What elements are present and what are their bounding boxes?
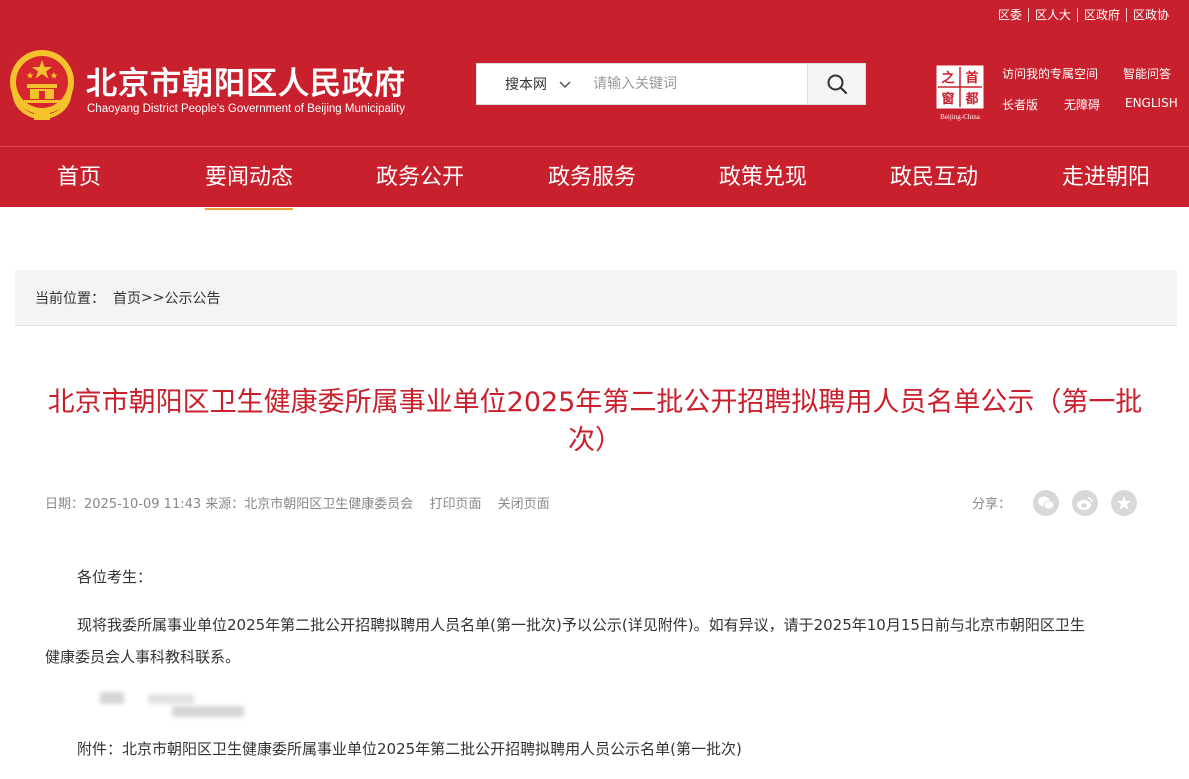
site-header: 区委 区人大 区政府 区政协 北京市朝阳区人民政府 Chaoyang Distr… [0,0,1189,146]
top-links: 区委 区人大 区政府 区政协 [992,6,1175,23]
search-icon [827,74,847,95]
article-title: 北京市朝阳区卫生健康委所属事业单位2025年第二批公开招聘拟聘用人员名单公示（第… [47,387,1143,456]
top-link-district-congress[interactable]: 区人大 [1029,6,1077,23]
nav-item-gov-services[interactable]: 政务服务 [548,147,636,208]
body-paragraph-line2: 健康委员会人事科教科联系。 [45,648,241,666]
nav-item-gov-affairs-open[interactable]: 政务公开 [376,147,464,208]
chevron-down-icon [559,81,571,89]
search-scope-label: 搜本网 [505,77,547,93]
national-emblem-icon[interactable] [8,48,76,122]
link-elder-mode[interactable]: 长者版 [1002,96,1038,113]
capital-window-logo-icon[interactable]: 首 都 之 窗 Beijing-China [934,63,986,121]
body-paragraph-line1: 现将我委所属事业单位2025年第二批公开招聘拟聘用人员名单(第一批次)予以公示(… [77,616,1085,634]
search-button[interactable] [807,64,865,104]
site-name[interactable]: 北京市朝阳区人民政府 [86,58,406,103]
greeting-text: 各位考生： [77,568,153,586]
link-accessibility[interactable]: 无障碍 [1064,96,1100,113]
site-name-english: Chaoyang District People's Government of… [87,103,405,115]
share-label: 分享： [972,497,1012,512]
logo-char: 窗 [941,91,954,107]
nav-item-about-chaoyang[interactable]: 走进朝阳 [1062,147,1150,208]
logo-caption: Beijing-China [940,113,981,121]
logo-char: 之 [941,70,954,86]
main-nav: 首页 要闻动态 政务公开 政务服务 政策兑现 政民互动 走进朝阳 [0,146,1189,210]
search-box: 搜本网 [476,63,866,105]
print-page-link[interactable]: 打印页面 [429,497,481,512]
search-input[interactable] [587,64,807,104]
article-date: 日期：2025-10-09 11:43 [45,497,202,512]
logo-char: 都 [964,91,978,107]
link-english[interactable]: ENGLISH [1125,96,1178,110]
article-source: 来源：北京市朝阳区卫生健康委员会 [205,497,414,512]
close-page-link[interactable]: 关闭页面 [498,497,550,512]
top-link-district-cppcc[interactable]: 区政协 [1127,6,1175,23]
top-link-district-committee[interactable]: 区委 [992,6,1028,23]
breadcrumb-current[interactable]: 公示公告 [164,288,220,308]
redacted-signature [148,694,194,704]
breadcrumb-separator: >> [141,289,165,306]
redacted-signature [100,692,124,704]
weibo-share-icon[interactable] [1072,490,1098,516]
redacted-signature [172,706,244,717]
search-scope-select[interactable]: 搜本网 [477,64,587,104]
breadcrumb-home[interactable]: 首页 [113,288,141,308]
article-meta: 日期：2025-10-09 11:43 来源：北京市朝阳区卫生健康委员会 打印页… [45,493,550,512]
link-smart-qa[interactable]: 智能问答 [1123,65,1171,82]
favorite-share-icon[interactable] [1111,490,1137,516]
breadcrumb: 当前位置： 首页 >> 公示公告 [15,270,1177,326]
nav-item-news[interactable]: 要闻动态 [205,147,294,210]
logo-char: 首 [965,70,978,86]
nav-item-policy[interactable]: 政策兑现 [719,147,807,208]
link-personal-space[interactable]: 访问我的专属空间 [1002,65,1098,82]
attachment-link[interactable]: 附件：北京市朝阳区卫生健康委所属事业单位2025年第二批公开招聘拟聘用人员公示名… [45,733,1145,765]
breadcrumb-label: 当前位置： [35,290,105,307]
top-link-district-government[interactable]: 区政府 [1078,6,1126,23]
nav-item-home[interactable]: 首页 [57,147,101,208]
nav-item-interaction[interactable]: 政民互动 [890,147,978,208]
wechat-share-icon[interactable] [1033,490,1059,516]
